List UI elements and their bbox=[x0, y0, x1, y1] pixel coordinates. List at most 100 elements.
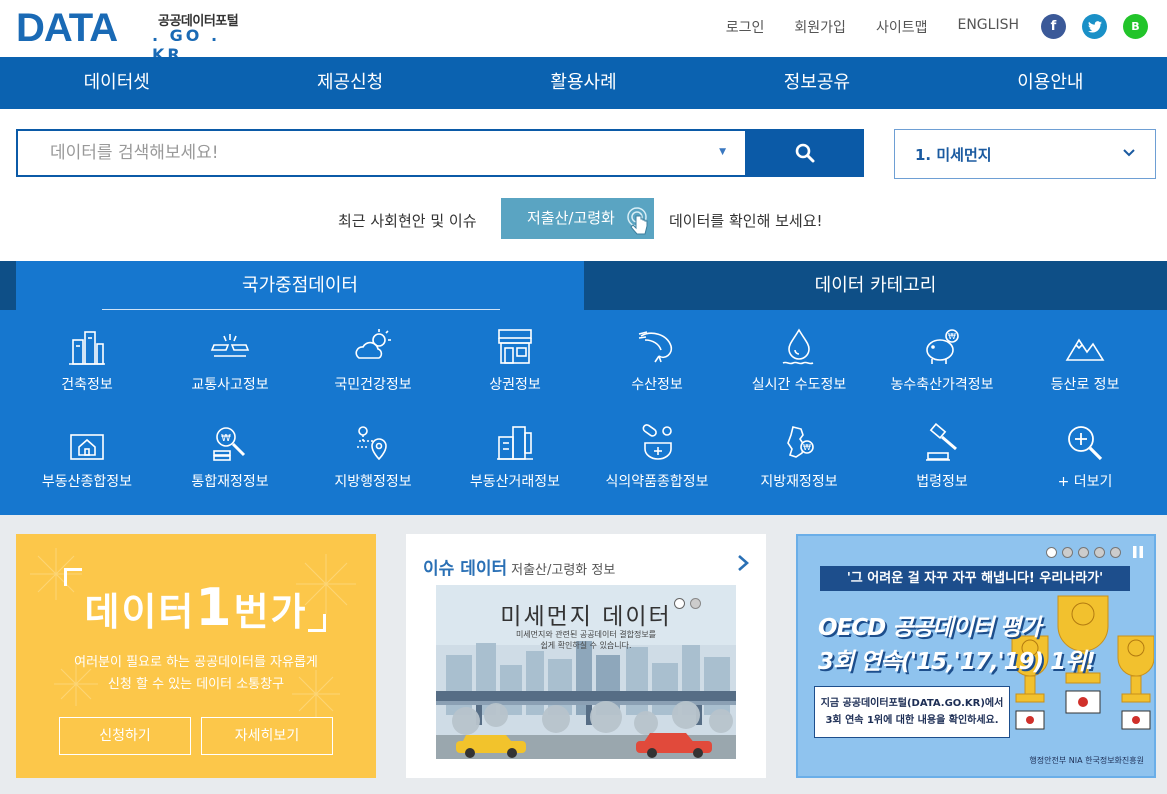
category-label: 통합재정정보 bbox=[191, 474, 269, 490]
oecd-award-banner[interactable]: '그 어려운 걸 자꾸 자꾸 해냅니다! 우리나라가' OECD 공공데이터 평… bbox=[796, 534, 1156, 778]
oecd-note: 지금 공공데이터포털(DATA.GO.KR)에서 3회 연속 1위에 대한 내용… bbox=[814, 686, 1010, 738]
category-law[interactable]: 법령정보 bbox=[869, 423, 1015, 513]
piggy-bank-icon: ₩ bbox=[926, 329, 959, 364]
pause-icon[interactable] bbox=[1132, 546, 1144, 558]
data-request-card: 데이터1번가 여러분이 필요로 하는 공공데이터를 자유롭게 신청 할 수 있는… bbox=[16, 534, 376, 778]
slide-indicator-dot[interactable] bbox=[1046, 547, 1057, 558]
nav-use-cases[interactable]: 활용사례 bbox=[467, 57, 700, 109]
category-label: 부동산거래정보 bbox=[469, 474, 561, 490]
svg-text:₩: ₩ bbox=[948, 332, 956, 341]
category-label: 지방재정정보 bbox=[760, 474, 838, 490]
slide-indicator-dot[interactable] bbox=[690, 598, 701, 609]
top-utility-links: 로그인 회원가입 사이트맵 ENGLISH bbox=[726, 17, 1019, 37]
nav-guide[interactable]: 이용안내 bbox=[934, 57, 1167, 109]
search-button[interactable] bbox=[745, 129, 864, 177]
oecd-quote: '그 어려운 걸 자꾸 자꾸 해냅니다! 우리나라가' bbox=[820, 566, 1130, 591]
category-public-health[interactable]: 국민건강정보 bbox=[300, 326, 446, 416]
shrimp-icon bbox=[638, 331, 673, 363]
english-link[interactable]: ENGLISH bbox=[957, 17, 1019, 37]
category-water-realtime[interactable]: 실시간 수도정보 bbox=[726, 326, 872, 416]
category-label: 상권정보 bbox=[489, 377, 541, 393]
gavel-icon bbox=[926, 423, 957, 461]
category-label: 식의약품종합정보 bbox=[605, 474, 709, 490]
svg-text:₩: ₩ bbox=[221, 433, 231, 444]
issue-sentence: 최근 사회현안 및 이슈 저출산/고령화 데이터를 확인해 보세요! bbox=[0, 198, 1167, 242]
category-more[interactable]: + 더보기 bbox=[1012, 423, 1158, 513]
tab-underline bbox=[102, 309, 500, 310]
category-food-drug[interactable]: 식의약품종합정보 bbox=[584, 423, 730, 513]
pointer-hand-icon bbox=[627, 207, 648, 235]
tab-data-category[interactable]: 데이터 카테고리 bbox=[584, 261, 1167, 310]
category-hiking-trail[interactable]: 등산로 정보 bbox=[1012, 326, 1158, 416]
money-search-icon: ₩ bbox=[213, 427, 246, 461]
category-fisheries[interactable]: 수산정보 bbox=[584, 326, 730, 416]
fine-dust-banner-desc: 미세먼지와 관련된 공공데이터 결합정보를 쉽게 확인하실 수 있습니다. bbox=[515, 630, 657, 650]
slide-indicator-dot[interactable] bbox=[1094, 547, 1105, 558]
issue-data-title: 이슈 데이터 저출산/고령화 정보 bbox=[423, 559, 616, 579]
house-icon bbox=[70, 434, 104, 460]
category-traffic-accident[interactable]: 교통사고정보 bbox=[157, 326, 303, 416]
category-agri-price[interactable]: ₩ 농수축산가격정보 bbox=[869, 326, 1015, 416]
real-estate-icon bbox=[497, 426, 533, 460]
category-label: + 더보기 bbox=[1057, 474, 1113, 490]
zoom-plus-icon bbox=[1068, 426, 1103, 461]
view-details-button[interactable]: 자세히보기 bbox=[201, 717, 333, 755]
nav-dataset[interactable]: 데이터셋 bbox=[0, 57, 233, 109]
category-label: 부동산종합정보 bbox=[41, 474, 133, 490]
promo-section: 데이터1번가 여러분이 필요로 하는 공공데이터를 자유롭게 신청 할 수 있는… bbox=[0, 515, 1167, 794]
category-label: 실시간 수도정보 bbox=[751, 377, 847, 393]
slide-indicator-dot[interactable] bbox=[1078, 547, 1089, 558]
main-navigation: 데이터셋 제공신청 활용사례 정보공유 이용안내 bbox=[0, 57, 1167, 109]
slide-indicator-dot[interactable] bbox=[1110, 547, 1121, 558]
nav-request[interactable]: 제공신청 bbox=[233, 57, 466, 109]
signup-link[interactable]: 회원가입 bbox=[794, 17, 846, 37]
korea-map-icon: ₩ bbox=[787, 426, 814, 458]
category-label: 등산로 정보 bbox=[1050, 377, 1120, 393]
search-box: ▼ bbox=[16, 129, 746, 177]
tab-national-key-data[interactable]: 국가중점데이터 bbox=[16, 261, 584, 310]
car-crash-icon bbox=[210, 334, 250, 357]
trophy-illustration bbox=[1011, 595, 1154, 730]
twitter-icon[interactable] bbox=[1082, 14, 1107, 39]
logo-data-text: DATA bbox=[16, 6, 118, 50]
svg-text:₩: ₩ bbox=[803, 443, 811, 452]
category-label: 지방행정정보 bbox=[334, 474, 412, 490]
category-local-admin[interactable]: 지방행정정보 bbox=[300, 423, 446, 513]
tab-data-category-label: 데이터 카테고리 bbox=[814, 275, 937, 296]
search-icon bbox=[795, 143, 814, 163]
band-icon[interactable]: B bbox=[1123, 14, 1148, 39]
national-data-panel: 국가중점데이터 데이터 카테고리 건축정보 교통사고정보 국민건강정보 상권정보… bbox=[0, 261, 1167, 515]
oecd-headline-1: OECD 공공데이터 평가 bbox=[818, 615, 1041, 641]
apply-button[interactable]: 신청하기 bbox=[59, 717, 191, 755]
facebook-icon[interactable]: f bbox=[1041, 14, 1066, 39]
data-1st-street-title: 데이터1번가 bbox=[84, 578, 308, 638]
oecd-headline-2: 3회 연속('15,'17,'19) 1위! bbox=[818, 649, 1096, 675]
slide-indicator-dot[interactable] bbox=[1062, 547, 1073, 558]
category-integrated-finance[interactable]: ₩ 통합재정정보 bbox=[157, 423, 303, 513]
building-icon bbox=[69, 331, 105, 365]
category-local-finance[interactable]: ₩ 지방재정정보 bbox=[726, 423, 872, 513]
nav-info-share[interactable]: 정보공유 bbox=[700, 57, 933, 109]
category-commercial[interactable]: 상권정보 bbox=[442, 326, 588, 416]
weather-cloud-icon bbox=[355, 329, 391, 359]
chevron-right-icon[interactable] bbox=[736, 554, 750, 572]
sitemap-link[interactable]: 사이트맵 bbox=[876, 17, 928, 37]
login-link[interactable]: 로그인 bbox=[726, 17, 765, 37]
site-logo[interactable]: DATA 공공데이터포털 . GO . KR bbox=[16, 6, 256, 64]
medicine-icon bbox=[642, 424, 672, 460]
panel-tabs: 국가중점데이터 데이터 카테고리 bbox=[0, 261, 1167, 310]
mountain-icon bbox=[1065, 338, 1105, 361]
category-building[interactable]: 건축정보 bbox=[14, 326, 160, 416]
fine-dust-banner[interactable]: 미세먼지 데이터 미세먼지와 관련된 공공데이터 결합정보를 쉽게 확인하실 수… bbox=[436, 585, 736, 759]
category-label: 법령정보 bbox=[916, 474, 968, 490]
search-input[interactable] bbox=[18, 131, 678, 175]
slide-indicator-dot[interactable] bbox=[674, 598, 685, 609]
category-realestate-total[interactable]: 부동산종합정보 bbox=[14, 423, 160, 513]
category-label: 국민건강정보 bbox=[334, 377, 412, 393]
data-request-description: 여러분이 필요로 하는 공공데이터를 자유롭게 신청 할 수 있는 데이터 소통… bbox=[74, 655, 318, 692]
issue-topic-button[interactable]: 저출산/고령화 bbox=[501, 198, 654, 239]
search-dropdown-icon[interactable]: ▼ bbox=[719, 147, 726, 157]
category-realestate-trade[interactable]: 부동산거래정보 bbox=[442, 423, 588, 513]
popular-keyword-select[interactable]: 1. 미세먼지 bbox=[894, 129, 1156, 179]
category-label: 건축정보 bbox=[61, 377, 113, 393]
